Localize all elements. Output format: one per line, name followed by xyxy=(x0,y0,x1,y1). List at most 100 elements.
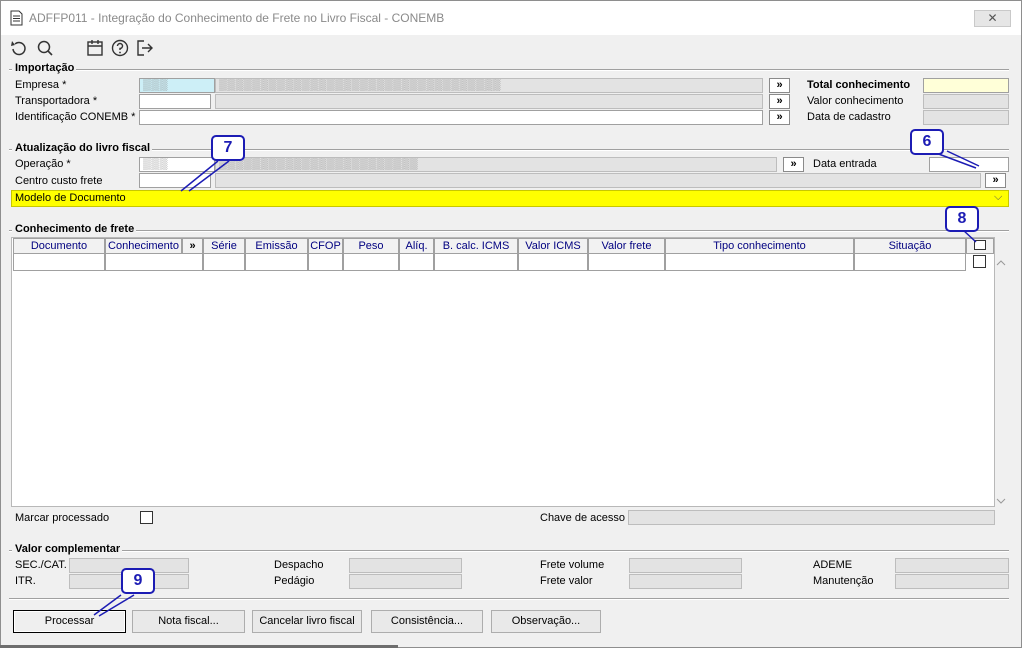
valor-complementar-group-line xyxy=(9,550,1009,552)
callout-8: 8 xyxy=(945,206,979,232)
cell-peso[interactable] xyxy=(343,253,399,271)
calendar-icon[interactable] xyxy=(85,38,105,58)
bottom-separator xyxy=(9,598,1009,600)
undo-icon[interactable] xyxy=(9,38,29,58)
centro-custo-search-button[interactable]: » xyxy=(985,173,1006,188)
search-icon[interactable] xyxy=(35,38,55,58)
pedagio-label: Pedágio xyxy=(274,575,315,587)
callout-6: 6 xyxy=(910,129,944,155)
scroll-down-icon[interactable] xyxy=(996,497,1006,505)
empresa-label: Empresa * xyxy=(15,79,67,91)
processar-button[interactable]: Processar xyxy=(13,610,126,633)
col-valor-icms[interactable]: Valor ICMS xyxy=(518,238,588,254)
transportadora-search-button[interactable]: » xyxy=(769,94,790,109)
data-entrada-field[interactable] xyxy=(929,157,1009,172)
col-situacao[interactable]: Situação xyxy=(854,238,966,254)
atualizacao-group-line xyxy=(9,149,1009,151)
frete-volume-label: Frete volume xyxy=(540,559,605,571)
total-conhecimento-field xyxy=(923,78,1009,93)
valor-conhecimento-label: Valor conhecimento xyxy=(807,95,904,107)
chave-acesso-field xyxy=(628,510,995,525)
col-select-all[interactable] xyxy=(966,238,994,254)
cell-conhecimento[interactable] xyxy=(105,253,203,271)
cell-cfop[interactable] xyxy=(308,253,343,271)
observacao-button[interactable]: Observação... xyxy=(491,610,601,633)
app-window: ADFFP011 - Integração do Conhecimento de… xyxy=(0,0,1022,648)
help-icon[interactable] xyxy=(110,38,130,58)
ademe-field xyxy=(895,558,1009,573)
chave-acesso-label: Chave de acesso xyxy=(540,512,625,524)
col-peso[interactable]: Peso xyxy=(343,238,399,254)
conhecimento-title: Conhecimento de frete xyxy=(12,223,137,235)
nota-fiscal-button[interactable]: Nota fiscal... xyxy=(132,610,245,633)
taskbar-edge xyxy=(0,645,398,648)
operacao-search-button[interactable]: » xyxy=(783,157,804,172)
empresa-name-field: ▒▒▒▒▒▒▒▒▒▒▒▒▒▒▒▒▒▒▒▒▒▒▒▒▒▒▒▒▒▒▒▒▒▒ xyxy=(215,78,763,93)
document-icon xyxy=(10,10,23,26)
frete-valor-label: Frete valor xyxy=(540,575,593,587)
row-checkbox[interactable] xyxy=(973,255,986,268)
col-valor-frete[interactable]: Valor frete xyxy=(588,238,665,254)
frete-valor-field xyxy=(629,574,742,589)
cancelar-livro-fiscal-button[interactable]: Cancelar livro fiscal xyxy=(252,610,362,633)
col-search-button[interactable]: » xyxy=(182,238,203,254)
close-button[interactable]: ✕ xyxy=(974,10,1011,27)
cell-valor-frete[interactable] xyxy=(588,253,665,271)
col-emissao[interactable]: Emissão xyxy=(245,238,308,254)
select-all-checkbox[interactable] xyxy=(974,240,986,250)
despacho-label: Despacho xyxy=(274,559,324,571)
cell-aliq[interactable] xyxy=(399,253,434,271)
col-tipo-conhecimento[interactable]: Tipo conhecimento xyxy=(665,238,854,254)
total-conhecimento-label: Total conhecimento xyxy=(807,79,911,91)
ademe-label: ADEME xyxy=(813,559,853,571)
identificacao-search-button[interactable]: » xyxy=(769,110,790,125)
cell-valor-icms[interactable] xyxy=(518,253,588,271)
transportadora-code-field[interactable] xyxy=(139,94,211,109)
operacao-name-field: ▒▒▒▒▒▒▒▒▒▒▒▒▒▒▒▒▒▒▒▒▒▒▒▒ xyxy=(215,157,777,172)
empresa-search-button[interactable]: » xyxy=(769,78,790,93)
conhecimento-grid[interactable] xyxy=(11,237,995,507)
col-serie[interactable]: Série xyxy=(203,238,245,254)
sec-cat-label: SEC./CAT. xyxy=(15,559,67,571)
transportadora-label: Transportadora * xyxy=(15,95,98,107)
cell-documento[interactable] xyxy=(13,253,105,271)
identificacao-label: Identificação CONEMB * xyxy=(15,111,136,123)
pedagio-field xyxy=(349,574,462,589)
cell-tipo-conhecimento[interactable] xyxy=(665,253,854,271)
cell-emissao[interactable] xyxy=(245,253,308,271)
col-aliq[interactable]: Alíq. xyxy=(399,238,434,254)
importacao-group-line xyxy=(9,69,1009,71)
marcar-processado-checkbox[interactable] xyxy=(140,511,153,524)
data-cadastro-label: Data de cadastro xyxy=(807,111,891,123)
window-title: ADFFP011 - Integração do Conhecimento de… xyxy=(29,11,445,25)
col-documento[interactable]: Documento xyxy=(13,238,105,254)
col-cfop[interactable]: CFOP xyxy=(308,238,343,254)
empresa-code-field[interactable]: ▒▒▒ xyxy=(139,78,215,93)
consistencia-button[interactable]: Consistência... xyxy=(371,610,483,633)
marcar-processado-label: Marcar processado xyxy=(15,512,110,524)
cell-situacao[interactable] xyxy=(854,253,966,271)
callout-9: 9 xyxy=(121,568,155,594)
valor-conhecimento-field xyxy=(923,94,1009,109)
exit-icon[interactable] xyxy=(135,38,155,58)
despacho-field xyxy=(349,558,462,573)
col-bcalc-icms[interactable]: B. calc. ICMS xyxy=(434,238,518,254)
modelo-documento-select[interactable] xyxy=(139,191,1008,206)
data-cadastro-field xyxy=(923,110,1009,125)
cell-bcalc-icms[interactable] xyxy=(434,253,518,271)
centro-custo-name-field xyxy=(215,173,981,188)
importacao-title: Importação xyxy=(12,62,77,74)
centro-custo-code-field[interactable] xyxy=(139,173,211,188)
manutencao-label: Manutenção xyxy=(813,575,874,587)
centro-custo-label: Centro custo frete xyxy=(15,175,103,187)
scroll-up-icon[interactable] xyxy=(996,259,1006,267)
cell-serie[interactable] xyxy=(203,253,245,271)
data-entrada-label: Data entrada xyxy=(813,158,877,170)
atualizacao-title: Atualização do livro fiscal xyxy=(12,142,153,154)
col-conhecimento[interactable]: Conhecimento xyxy=(105,238,182,254)
identificacao-field[interactable] xyxy=(139,110,763,125)
operacao-label: Operação * xyxy=(15,158,71,170)
operacao-code-field[interactable]: ▒▒▒ xyxy=(139,157,215,172)
title-bar: ADFFP011 - Integração do Conhecimento de… xyxy=(1,1,1021,35)
chevron-down-icon[interactable]: ⌵ xyxy=(994,191,1002,204)
